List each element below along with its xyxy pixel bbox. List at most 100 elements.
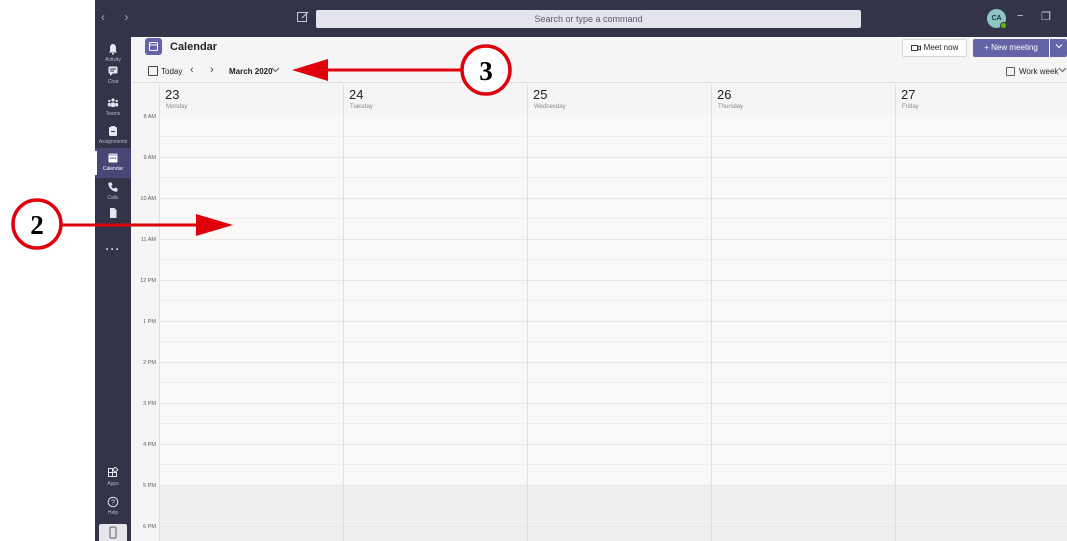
- day-column-divider: [895, 116, 896, 541]
- day-header[interactable]: 23 Monday: [159, 84, 343, 116]
- half-hour-line: [159, 505, 1067, 506]
- day-number: 25: [533, 87, 548, 102]
- day-name: Wednesday: [534, 104, 566, 110]
- today-button[interactable]: Today: [161, 67, 182, 76]
- callout-2-badge: [11, 198, 63, 250]
- rail-label: Assignments: [98, 139, 128, 145]
- meet-now-label: Meet now: [923, 43, 959, 52]
- rail-item-chat[interactable]: Chat: [95, 61, 131, 91]
- day-column-divider: [343, 116, 344, 541]
- rail-item-assignments[interactable]: Assignments: [95, 121, 131, 151]
- search-input[interactable]: Search or type a command: [316, 10, 861, 28]
- rail-item-help[interactable]: ? Help: [95, 492, 131, 522]
- rail-label: Chat: [107, 79, 119, 85]
- chat-icon: [108, 66, 118, 76]
- avatar[interactable]: CA: [987, 9, 1007, 29]
- hour-label: 5 PM: [143, 483, 156, 489]
- rail-label: Calendar: [102, 166, 124, 172]
- new-meeting-button[interactable]: + New meeting: [973, 39, 1049, 57]
- rail-item-apps[interactable]: Apps: [95, 463, 131, 493]
- hour-line: [159, 321, 1067, 322]
- day-column-divider: [159, 116, 160, 541]
- hour-line: [159, 362, 1067, 363]
- hour-label: 4 PM: [143, 442, 156, 448]
- history-nav-arrows[interactable]: ‹ ›: [101, 10, 136, 24]
- hour-line: [159, 157, 1067, 158]
- chevron-down-icon: [1055, 44, 1062, 49]
- day-name: Tuesday: [350, 104, 373, 110]
- hour-label: 2 PM: [143, 360, 156, 366]
- today-icon[interactable]: [148, 66, 158, 76]
- calendar-header: Calendar Meet now + New meeting: [131, 37, 1067, 61]
- app-rail: Activity Chat Teams Assignments Calendar…: [95, 37, 131, 541]
- bell-icon: [109, 44, 117, 55]
- day-number: 26: [717, 87, 732, 102]
- hour-label: 3 PM: [143, 401, 156, 407]
- month-picker[interactable]: March 2020: [229, 67, 273, 76]
- rail-item-teams[interactable]: Teams: [95, 93, 131, 123]
- rail-label: Apps: [107, 481, 119, 487]
- hour-line: [159, 280, 1067, 281]
- rail-item-files[interactable]: [95, 203, 131, 233]
- hour-label: 6 PM: [143, 524, 156, 530]
- previous-week-button[interactable]: ‹: [190, 64, 194, 76]
- chevron-down-icon[interactable]: [1058, 65, 1067, 74]
- meet-now-button[interactable]: Meet now: [902, 39, 967, 57]
- teams-window: ‹ › Search or type a command CA − ❐ Acti…: [95, 0, 1067, 541]
- assignments-icon: [109, 126, 117, 136]
- phone-icon: [108, 182, 118, 192]
- calendar-grid: 8 AM 9 AM 10 AM 11 AM 12 PM 1 PM 2 PM 3 …: [131, 114, 1067, 541]
- rail-item-calendar[interactable]: Calendar: [95, 148, 131, 178]
- day-name: Friday: [902, 104, 919, 110]
- page-title: Calendar: [170, 41, 218, 53]
- hour-line: [159, 485, 1067, 486]
- callout-2-number: 2: [30, 210, 44, 240]
- hour-label: 12 PM: [140, 278, 156, 284]
- work-week-icon: [1006, 67, 1015, 76]
- video-camera-icon: [910, 44, 921, 51]
- hour-label: 1 PM: [143, 319, 156, 325]
- view-switcher[interactable]: Work week: [1019, 67, 1058, 76]
- half-hour-line: [159, 259, 1067, 260]
- phone-device-icon: [109, 526, 117, 539]
- half-hour-line: [159, 177, 1067, 178]
- time-slots-area[interactable]: [159, 116, 1067, 541]
- calendar-icon: [108, 153, 118, 163]
- hour-line: [159, 198, 1067, 199]
- after-hours-shading: [159, 486, 1067, 541]
- more-apps-button[interactable]: ···: [95, 242, 131, 256]
- rail-label: Calls: [107, 195, 119, 201]
- hour-label: 11 AM: [140, 237, 156, 243]
- hour-line: [159, 444, 1067, 445]
- calendar-app-icon: [145, 38, 162, 55]
- day-header[interactable]: 24 Tuesday: [343, 84, 527, 116]
- svg-text:?: ?: [111, 500, 115, 507]
- half-hour-line: [159, 382, 1067, 383]
- new-meeting-dropdown-button[interactable]: [1050, 39, 1067, 57]
- title-bar: ‹ › Search or type a command CA − ❐: [95, 0, 1067, 37]
- help-icon: ?: [107, 496, 119, 508]
- restore-button[interactable]: ❐: [1041, 10, 1051, 23]
- presence-available-icon: [1000, 22, 1007, 29]
- mobile-device-button[interactable]: [99, 524, 127, 541]
- chevron-down-icon[interactable]: [271, 65, 280, 74]
- apps-icon: [108, 467, 119, 477]
- minimize-button[interactable]: −: [1017, 10, 1023, 22]
- half-hour-line: [159, 423, 1067, 424]
- day-number: 24: [349, 87, 364, 102]
- compose-icon[interactable]: [296, 10, 310, 24]
- day-header[interactable]: 26 Thursday: [711, 84, 895, 116]
- hour-line: [159, 239, 1067, 240]
- files-icon: [110, 208, 117, 218]
- day-header[interactable]: 27 Friday: [895, 84, 1067, 116]
- rail-label: Help: [107, 510, 119, 516]
- hour-label: 9 AM: [143, 155, 156, 161]
- half-hour-line: [159, 136, 1067, 137]
- hour-label: 10 AM: [140, 196, 156, 202]
- rail-label: Teams: [105, 111, 121, 117]
- day-header[interactable]: 25 Wednesday: [527, 84, 711, 116]
- next-week-button[interactable]: ›: [210, 64, 214, 76]
- day-number: 27: [901, 87, 916, 102]
- hour-line: [159, 526, 1067, 527]
- day-number: 23: [165, 87, 180, 102]
